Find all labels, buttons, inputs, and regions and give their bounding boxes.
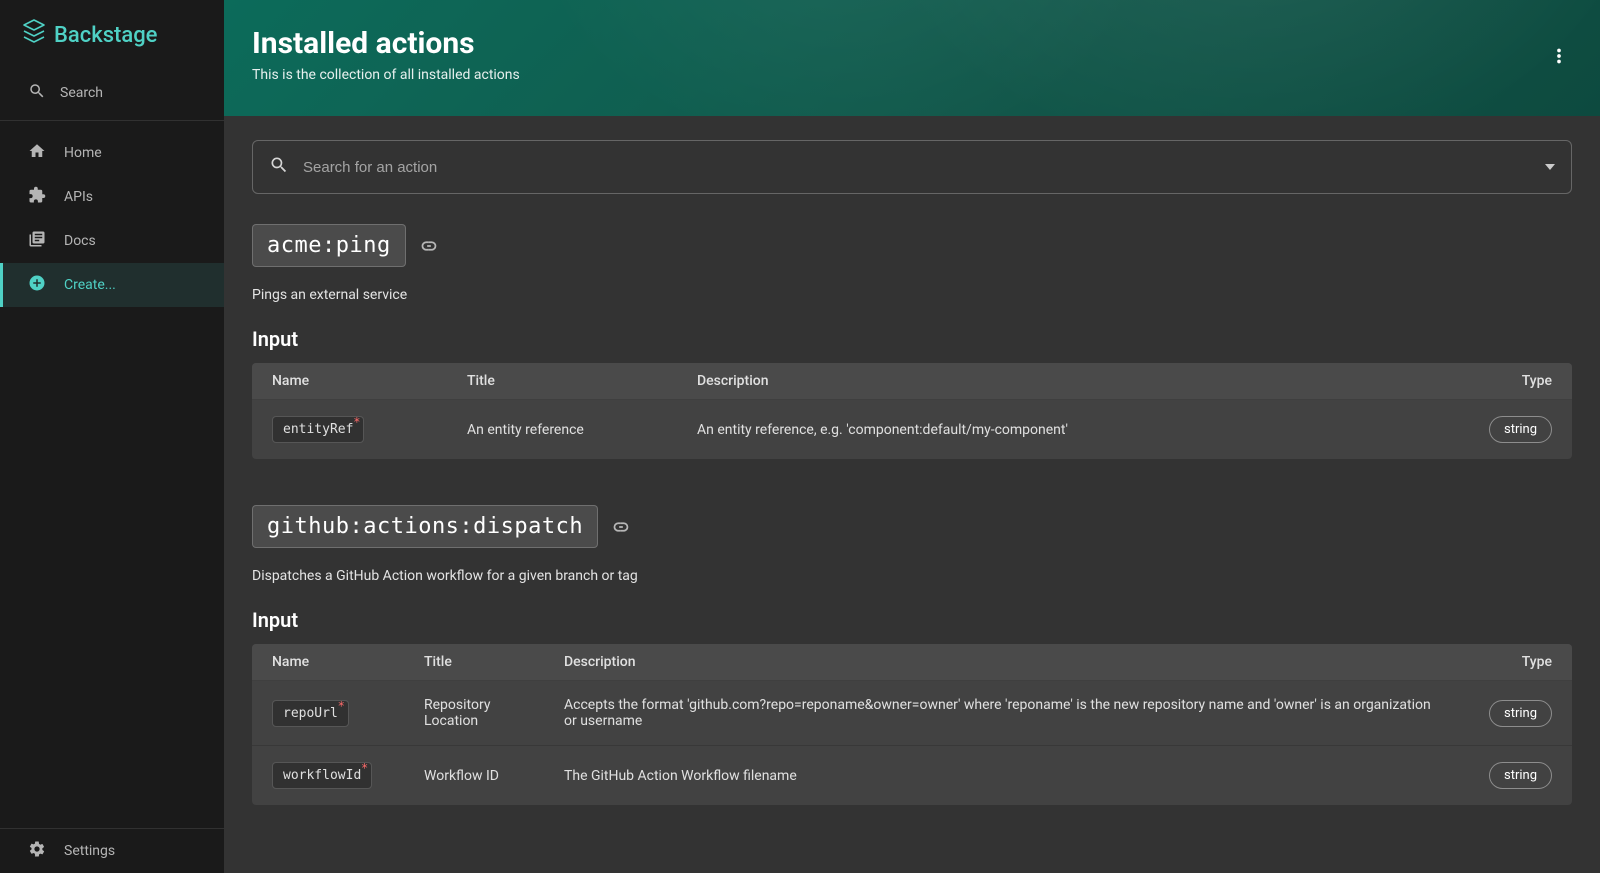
input-table: NameTitleDescriptionType repoUrl Repositor… — [252, 644, 1572, 805]
input-section-title: Input — [252, 327, 1572, 351]
nav-item-apis[interactable]: APIs — [0, 175, 224, 219]
param-name: repoUrl — [272, 700, 349, 727]
nav-item-docs[interactable]: Docs — [0, 219, 224, 263]
param-type: string — [1489, 700, 1552, 727]
action-description: Pings an external service — [252, 287, 1572, 303]
action-description: Dispatches a GitHub Action workflow for … — [252, 568, 1572, 584]
th-title: Title — [447, 363, 677, 400]
link-icon[interactable] — [418, 235, 440, 257]
param-name: entityRef — [272, 416, 364, 443]
th-description: Description — [544, 644, 1462, 681]
gear-icon — [28, 840, 46, 862]
header-more-button[interactable] — [1540, 37, 1578, 79]
param-type: string — [1489, 762, 1552, 789]
param-title: An entity reference — [447, 400, 677, 460]
nav-item-settings[interactable]: Settings — [0, 829, 224, 873]
nav-item-label: Create... — [64, 277, 116, 293]
home-icon — [28, 142, 46, 164]
th-name: Name — [252, 644, 404, 681]
add-circle-icon — [28, 274, 46, 296]
library-books-icon — [28, 230, 46, 252]
nav-item-create[interactable]: Create... — [0, 263, 224, 307]
action-search-box[interactable] — [252, 140, 1572, 194]
sidebar: Backstage Search Home APIs Docs — [0, 0, 224, 873]
th-type: Type — [1462, 644, 1572, 681]
param-title: Repository Location — [404, 681, 544, 746]
action-search-input[interactable] — [303, 159, 1531, 176]
chevron-down-icon[interactable] — [1545, 164, 1555, 170]
nav-item-label: APIs — [64, 189, 93, 205]
content: acme:ping Pings an external service Input N… — [224, 116, 1600, 873]
search-icon — [28, 82, 46, 104]
table-row: entityRef An entity referenceAn entity re… — [252, 400, 1572, 460]
extension-icon — [28, 186, 46, 208]
nav-item-label: Settings — [64, 843, 115, 859]
param-description: The GitHub Action Workflow filename — [544, 746, 1462, 806]
nav-item-home[interactable]: Home — [0, 131, 224, 175]
main: Installed actions This is the collection… — [224, 0, 1600, 873]
action-block: acme:ping Pings an external service Input N… — [252, 224, 1572, 459]
action-name: github:actions:dispatch — [252, 505, 598, 548]
page-title: Installed actions — [252, 26, 1572, 61]
page-header: Installed actions This is the collection… — [224, 0, 1600, 116]
page-subtitle: This is the collection of all installed … — [252, 67, 1572, 83]
input-table: NameTitleDescriptionType entityRef An enti… — [252, 363, 1572, 459]
th-title: Title — [404, 644, 544, 681]
sidebar-search-label: Search — [60, 85, 103, 101]
param-name: workflowId — [272, 762, 372, 789]
param-description: An entity reference, e.g. 'component:def… — [677, 400, 1432, 460]
more-vert-icon — [1548, 52, 1570, 71]
table-row: repoUrl Repository LocationAccepts the fo… — [252, 681, 1572, 746]
param-title: Workflow ID — [404, 746, 544, 806]
nav-item-label: Docs — [64, 233, 96, 249]
input-section-title: Input — [252, 608, 1572, 632]
brand-name: Backstage — [54, 23, 157, 48]
th-name: Name — [252, 363, 447, 400]
link-icon[interactable] — [610, 516, 632, 538]
action-block: github:actions:dispatch Dispatches a GitH… — [252, 505, 1572, 805]
table-row: workflowId Workflow IDThe GitHub Action W… — [252, 746, 1572, 806]
param-description: Accepts the format 'github.com?repo=repo… — [544, 681, 1462, 746]
backstage-logo-icon — [22, 18, 46, 52]
th-type: Type — [1432, 363, 1572, 400]
param-type: string — [1489, 416, 1552, 443]
search-icon — [269, 155, 289, 179]
nav: Home APIs Docs Create... — [0, 121, 224, 828]
action-name: acme:ping — [252, 224, 406, 267]
brand[interactable]: Backstage — [0, 0, 224, 70]
th-description: Description — [677, 363, 1432, 400]
nav-item-label: Home — [64, 145, 102, 161]
sidebar-search[interactable]: Search — [0, 70, 224, 121]
